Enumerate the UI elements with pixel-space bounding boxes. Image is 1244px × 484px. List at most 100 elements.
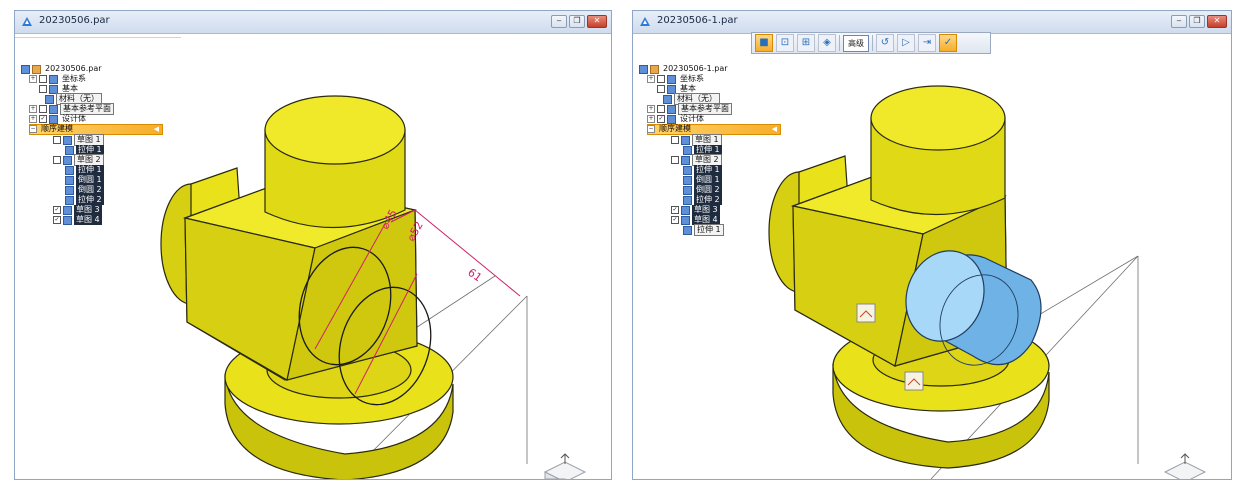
feature-icon bbox=[65, 175, 74, 185]
tree-item-sketch-1[interactable]: 草图 1 bbox=[53, 134, 104, 146]
coplanar-icon[interactable]: ⊡ bbox=[776, 34, 794, 52]
advanced-button[interactable]: 高级 bbox=[843, 34, 869, 52]
tree-item-sketch-2[interactable]: 草图 2 bbox=[671, 154, 722, 166]
title-bar[interactable]: 20230506.par ‒ ❐ ✕ bbox=[15, 11, 611, 34]
tree-item-ordered-modeling[interactable]: − 顺序建模 bbox=[29, 124, 75, 134]
part-icon bbox=[32, 64, 41, 74]
tree-item-sketch-1[interactable]: 草图 1 bbox=[671, 134, 722, 146]
sketch-icon bbox=[681, 135, 690, 145]
tree-item-design-body[interactable]: + ✓ 设计体 bbox=[29, 114, 88, 124]
handle-icon[interactable] bbox=[904, 371, 924, 391]
tree-item-coordinate-system[interactable]: + 坐标系 bbox=[29, 74, 88, 84]
sketch-icon bbox=[681, 215, 690, 225]
graphics-viewport[interactable]: 20230506-1.par + 坐标系 基本 材料（无） + 基本参考平面 + ✓ 设… bbox=[633, 32, 1231, 479]
close-button[interactable]: ✕ bbox=[1207, 15, 1227, 28]
minimize-button[interactable]: ‒ bbox=[551, 15, 567, 28]
checkbox-icon[interactable] bbox=[53, 136, 61, 144]
checkbox-icon[interactable] bbox=[657, 105, 665, 113]
view-cube-icon[interactable] bbox=[543, 453, 587, 479]
sketch-icon bbox=[63, 215, 72, 225]
select-face-icon[interactable]: ■ bbox=[755, 34, 773, 52]
checkbox-icon[interactable]: ✓ bbox=[39, 115, 47, 123]
extrude-command-bar: ■ ⊡ ⊞ ◈ 高级 ↺ ▷ ⇥ ✓ bbox=[751, 32, 991, 54]
tree-item-design-body[interactable]: + ✓ 设计体 bbox=[647, 114, 706, 124]
title-bar[interactable]: 20230506-1.par ‒ ❐ ✕ bbox=[633, 11, 1231, 34]
tree-item-extrude-1b[interactable]: 拉伸 1 bbox=[683, 165, 722, 175]
tree-root[interactable]: 20230506.par bbox=[21, 64, 104, 74]
side-step-icon[interactable]: ↺ bbox=[876, 34, 894, 52]
expand-icon[interactable]: + bbox=[29, 115, 37, 123]
dimension-length[interactable]: 61 bbox=[465, 266, 484, 285]
feature-icon bbox=[65, 195, 74, 205]
checkbox-icon[interactable]: ✓ bbox=[53, 216, 61, 224]
checkbox-icon[interactable]: ✓ bbox=[671, 206, 679, 214]
feature-icon bbox=[65, 145, 74, 155]
tree-item-sketch-2[interactable]: 草图 2 bbox=[53, 154, 104, 166]
feature-icon bbox=[667, 74, 676, 84]
paint-icon[interactable]: ◈ bbox=[818, 34, 836, 52]
checkbox-icon[interactable] bbox=[671, 156, 679, 164]
tree-item-extrude-2[interactable]: 拉伸 2 bbox=[65, 195, 104, 205]
feature-icon bbox=[49, 104, 58, 114]
collapse-icon[interactable]: − bbox=[29, 125, 37, 133]
checkbox-icon[interactable]: ✓ bbox=[671, 216, 679, 224]
restore-button[interactable]: ❐ bbox=[569, 15, 585, 28]
minimize-button[interactable]: ‒ bbox=[1171, 15, 1187, 28]
restore-button[interactable]: ❐ bbox=[1189, 15, 1205, 28]
part-file-icon bbox=[639, 64, 648, 74]
part-model[interactable]: ⌀45 ⌀52 61 bbox=[15, 34, 611, 479]
tree-item-reference-planes[interactable]: + 基本参考平面 bbox=[647, 103, 732, 115]
tree-item-sketch-3[interactable]: ✓ 草图 3 bbox=[53, 205, 102, 215]
expand-icon[interactable]: + bbox=[29, 75, 37, 83]
tree-item-sketch-3[interactable]: ✓ 草图 3 bbox=[671, 205, 720, 215]
close-button[interactable]: ✕ bbox=[587, 15, 607, 28]
material-icon bbox=[663, 94, 672, 104]
finish-icon[interactable]: ✓ bbox=[939, 34, 957, 52]
handle-icon[interactable] bbox=[856, 303, 876, 323]
extent-icon[interactable]: ⇥ bbox=[918, 34, 936, 52]
feature-icon bbox=[683, 145, 692, 155]
graphics-viewport[interactable]: ⌀45 ⌀52 61 20230506.par + 坐标系 基本 材料（无） + 基… bbox=[15, 34, 611, 479]
app-icon bbox=[22, 17, 32, 26]
checkbox-icon[interactable] bbox=[39, 85, 47, 93]
part-model[interactable] bbox=[633, 34, 1231, 479]
tree-item-extrude-1b[interactable]: 拉伸 1 bbox=[65, 165, 104, 175]
expand-icon[interactable]: + bbox=[29, 105, 37, 113]
direction-icon[interactable]: ▷ bbox=[897, 34, 915, 52]
feature-icon bbox=[683, 175, 692, 185]
feature-icon bbox=[683, 195, 692, 205]
tree-item-extrude-2[interactable]: 拉伸 2 bbox=[683, 195, 722, 205]
tree-item-ordered-modeling[interactable]: − 顺序建模 bbox=[647, 124, 693, 134]
tree-item-reference-planes[interactable]: + 基本参考平面 bbox=[29, 103, 114, 115]
checkbox-icon[interactable] bbox=[657, 85, 665, 93]
view-cube-icon[interactable] bbox=[1163, 453, 1207, 479]
sketch-icon bbox=[63, 155, 72, 165]
tree-item-round-1[interactable]: 倒圆 1 bbox=[65, 175, 104, 185]
checkbox-icon[interactable] bbox=[657, 75, 665, 83]
checkbox-icon[interactable]: ✓ bbox=[657, 115, 665, 123]
chain-icon[interactable]: ⊞ bbox=[797, 34, 815, 52]
feature-icon bbox=[65, 185, 74, 195]
checkbox-icon[interactable] bbox=[39, 75, 47, 83]
tree-item-round-2[interactable]: 倒圆 2 bbox=[65, 185, 104, 195]
tree-item-round-2[interactable]: 倒圆 2 bbox=[683, 185, 722, 195]
tree-item-coordinate-system[interactable]: + 坐标系 bbox=[647, 74, 706, 84]
checkbox-icon[interactable] bbox=[53, 156, 61, 164]
cad-window-left: 20230506.par ‒ ❐ ✕ ⌀45 ⌀52 61 20230506.p… bbox=[14, 10, 612, 480]
tree-item-round-1[interactable]: 倒圆 1 bbox=[683, 175, 722, 185]
checkbox-icon[interactable] bbox=[671, 136, 679, 144]
feature-icon bbox=[667, 114, 676, 124]
feature-icon bbox=[683, 185, 692, 195]
tree-item-sketch-4[interactable]: ✓ 草图 4 bbox=[53, 215, 102, 225]
expand-icon[interactable]: + bbox=[647, 115, 655, 123]
collapse-icon[interactable]: − bbox=[647, 125, 655, 133]
checkbox-icon[interactable]: ✓ bbox=[53, 206, 61, 214]
expand-icon[interactable]: + bbox=[647, 75, 655, 83]
feature-icon bbox=[49, 74, 58, 84]
cad-window-right: 20230506-1.par ‒ ❐ ✕ 20230506-1.par + 坐标… bbox=[632, 10, 1232, 480]
tree-item-extrude-new[interactable]: 拉伸 1 bbox=[683, 224, 724, 236]
expand-icon[interactable]: + bbox=[647, 105, 655, 113]
tree-root[interactable]: 20230506-1.par bbox=[639, 64, 730, 74]
sketch-icon bbox=[63, 205, 72, 215]
checkbox-icon[interactable] bbox=[39, 105, 47, 113]
